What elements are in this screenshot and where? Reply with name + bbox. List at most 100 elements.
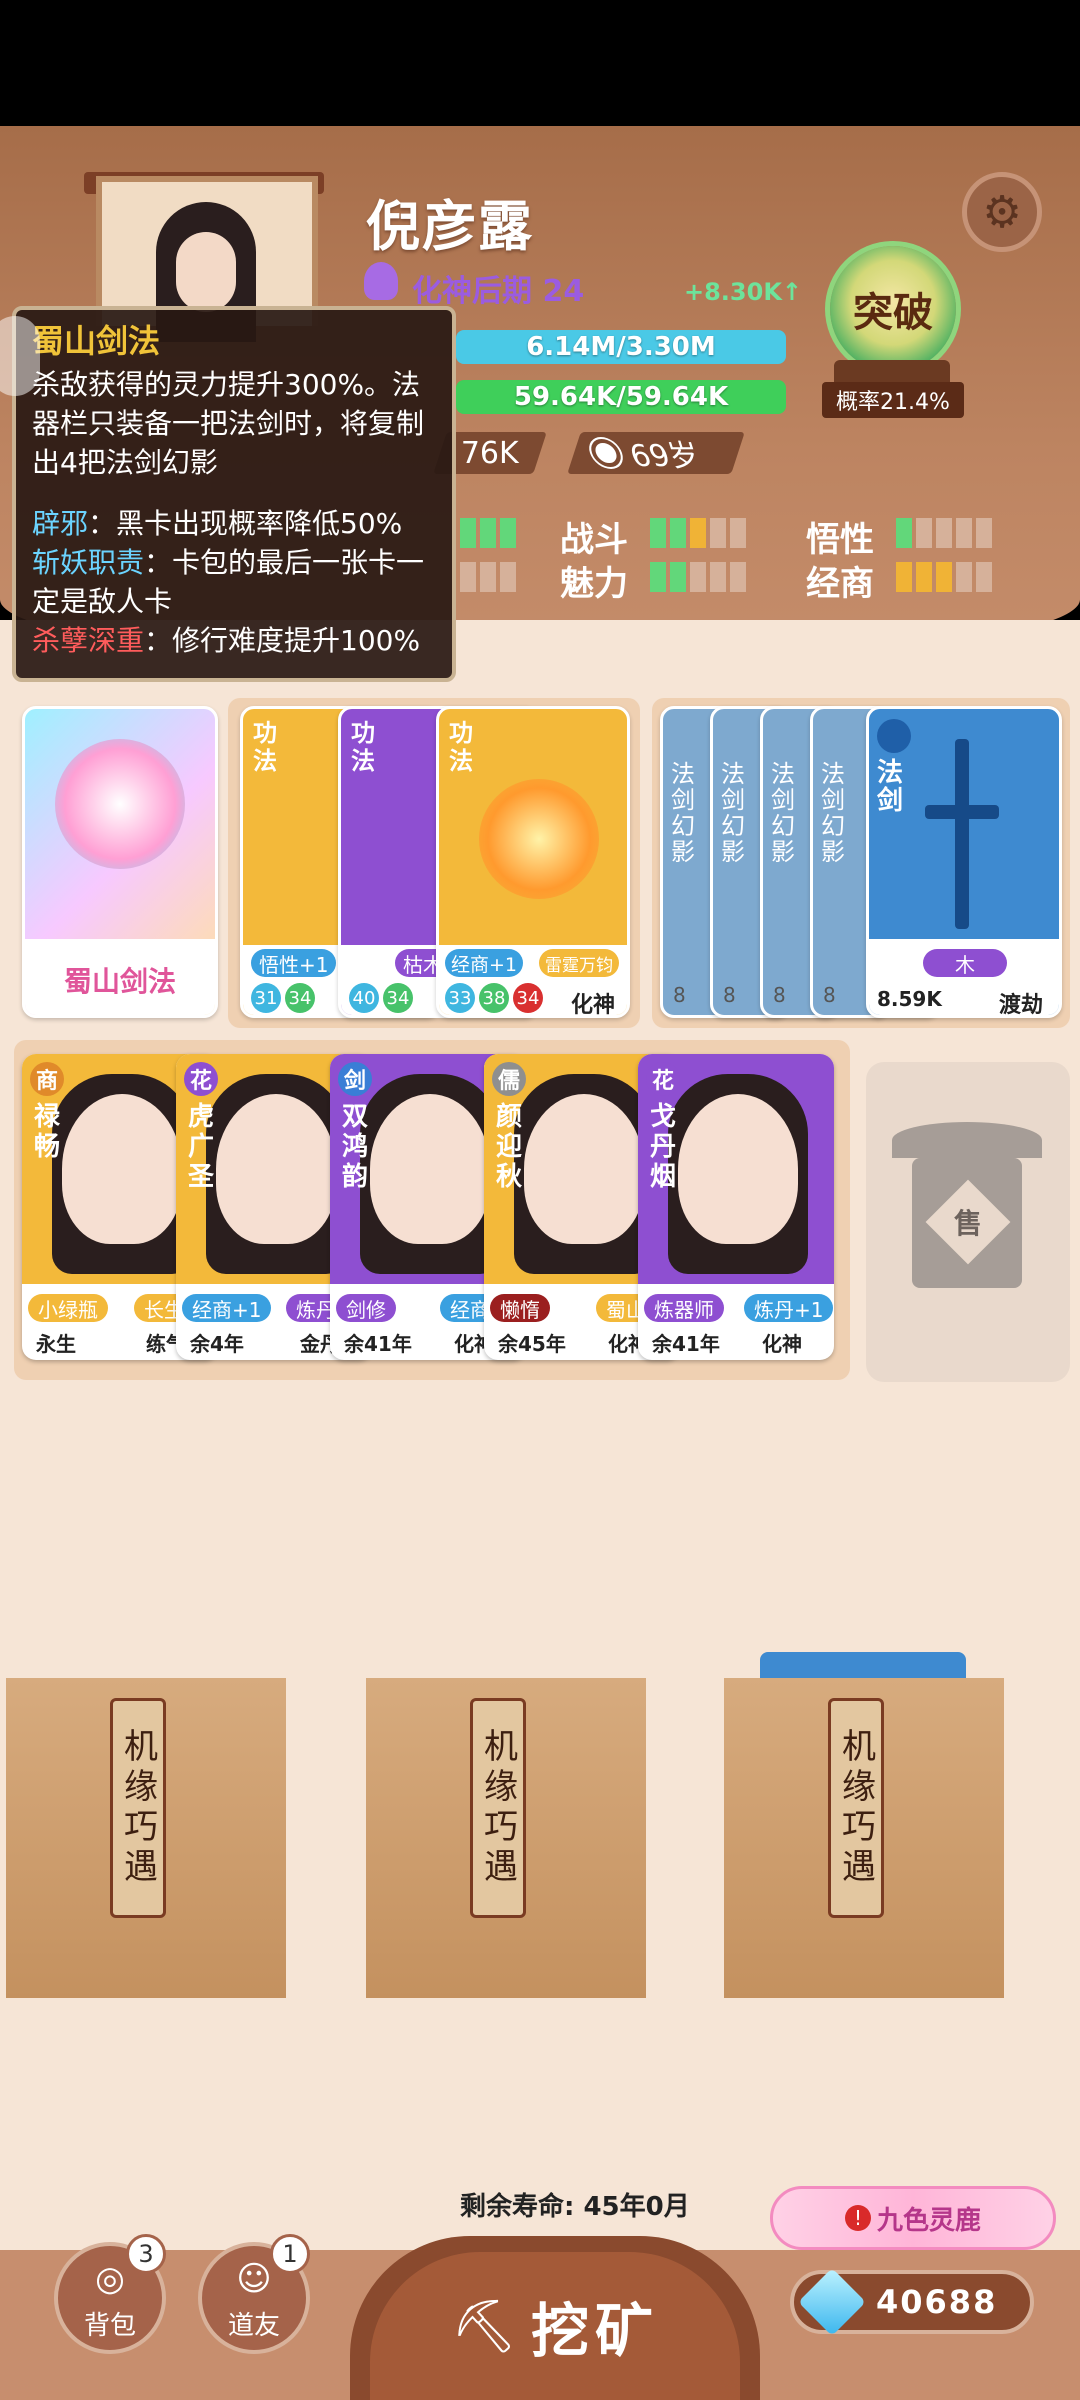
phantom-count: 8 (723, 983, 736, 1007)
sell-slot[interactable]: 售 (866, 1062, 1070, 1382)
sword-icon (877, 719, 911, 753)
phantom-sword-label: 法剑幻影 (821, 760, 845, 866)
companion-badge-1: 商 (30, 1062, 64, 1096)
phantom-sword-label: 法剑幻影 (771, 760, 795, 866)
companion-badge-2: 花 (184, 1062, 218, 1096)
tooltip-effect-text: ：修行难度提升100% (144, 624, 421, 657)
player-name: 倪彦露 (366, 195, 534, 258)
pickaxe-icon: ⛏ (450, 2296, 517, 2357)
event-label: 九色灵鹿 (876, 2205, 981, 2236)
companion-name-1: 禄畅 (34, 1102, 61, 1162)
backpack-button[interactable]: ◎ 背包 3 (54, 2234, 166, 2354)
companion-badge-3: 剑 (338, 1062, 372, 1096)
alert-icon: ! (844, 2205, 871, 2231)
breakthrough-label: 突破 (853, 290, 933, 336)
bag-label: 机缘巧遇 (828, 1698, 884, 1918)
companion-lifespan: 余45年 (498, 1332, 566, 1356)
technique-realm: 化神 (571, 993, 616, 1018)
fortune-bag-3[interactable]: 机缘巧遇 (724, 1678, 1004, 1998)
friends-label: 道友 (227, 2311, 280, 2341)
power-value: 76K (461, 435, 519, 471)
stat-pips-hidden-1 (460, 518, 516, 548)
stat-label-charm: 魅力 (560, 564, 628, 604)
backpack-count-badge: 3 (126, 2234, 166, 2274)
side-pull-tab[interactable] (0, 316, 40, 396)
technique-stat: 38 (479, 983, 509, 1013)
stat-pips-charm (650, 562, 746, 592)
remaining-lifespan: 剩余寿命: 45年0月 (460, 2192, 690, 2222)
stat-pips-business (896, 562, 992, 592)
stat-label-insight: 悟性 (806, 520, 874, 560)
tooltip-effect-name: 杀孽深重 (32, 624, 145, 657)
main-sword-card[interactable]: 法剑 木 8.59K 渡劫 (866, 706, 1062, 1018)
companion-tag: 小绿瓶 (28, 1294, 108, 1322)
realm-label: 化神后期 24 (412, 274, 585, 309)
technique-stat: 31 (251, 983, 281, 1013)
technique-stat: 34 (383, 983, 413, 1013)
breakthrough-button[interactable]: 突破 (830, 246, 956, 372)
companion-badge-4: 儒 (492, 1062, 526, 1096)
sell-label: 售 (953, 1206, 983, 1240)
cultivation-gain: +8.30K↑ (684, 278, 803, 306)
companion-tag: 炼丹+1 (744, 1294, 834, 1322)
tooltip-effect-name: 斩妖职责 (32, 546, 145, 579)
technique-type-1: 功法 (253, 719, 277, 775)
breakthrough-probability: 概率21.4% (822, 382, 964, 418)
mp-bar: 59.64K/59.64K (456, 380, 786, 414)
event-nine-color-deer[interactable]: ! 九色灵鹿 (770, 2186, 1056, 2250)
player-portrait[interactable] (96, 176, 318, 342)
settings-gear-icon[interactable]: ⚙ (962, 172, 1042, 252)
technique-type-2: 功法 (351, 719, 375, 775)
age-pill: 69岁 (567, 432, 745, 474)
companion-name-2: 虎广圣 (188, 1102, 215, 1192)
skill-card-name: 蜀山剑法 (25, 939, 215, 1015)
skill-tooltip: 蜀山剑法 杀敌获得的灵力提升300%。法器栏只装备一把法剑时，将复制出4把法剑幻… (12, 306, 456, 682)
friend-icon: ☺ (236, 2259, 272, 2299)
gem-icon (798, 2268, 866, 2336)
gem-counter[interactable]: 40688 (790, 2268, 1034, 2336)
companion-realm: 化神 (762, 1332, 802, 1356)
bag-label: 机缘巧遇 (110, 1698, 166, 1918)
companion-tag: 懒惰 (490, 1294, 550, 1322)
technique-tag-1: 悟性+1 (251, 949, 337, 977)
technique-tag-3: 经商+1 (445, 949, 524, 977)
tooltip-description: 杀敌获得的灵力提升300%。法器栏只装备一把法剑时，将复制出4把法剑幻影 (32, 368, 425, 479)
backpack-icon: ◎ (95, 2259, 125, 2299)
companion-name-5: 戈丹烟 (650, 1102, 677, 1192)
technique-stat: 40 (349, 983, 379, 1013)
sword-element-tag: 木 (923, 949, 1007, 977)
companion-tag: 剑修 (336, 1294, 396, 1322)
friends-button[interactable]: ☺ 道友 1 (198, 2234, 310, 2354)
technique-card-3[interactable]: 功法 经商+1 雷霆万钧 33 38 34 化神 (436, 706, 630, 1018)
stat-label-combat: 战斗 (560, 520, 628, 560)
companion-card-5[interactable]: 花 戈丹烟 炼器师 炼丹+1 余41年 化神 (638, 1054, 834, 1360)
backpack-label: 背包 (83, 2311, 136, 2341)
phantom-count: 8 (773, 983, 786, 1007)
tooltip-title: 蜀山剑法 (32, 322, 161, 360)
fortune-bag-2[interactable]: 机缘巧遇 (366, 1678, 646, 1998)
technique-stat: 34 (285, 983, 315, 1013)
meditation-icon (364, 262, 398, 300)
companion-name-4: 颜迎秋 (496, 1102, 523, 1192)
sword-power: 8.59K (877, 987, 942, 1011)
stat-label-business: 经商 (806, 564, 874, 604)
companion-lifespan: 余4年 (190, 1332, 244, 1356)
age-value: 69岁 (625, 439, 706, 474)
mine-button[interactable]: ⛏ 挖矿 (350, 2236, 760, 2400)
fortune-bag-1[interactable]: 机缘巧遇 (6, 1678, 286, 1998)
companion-name-3: 双鸿韵 (342, 1102, 369, 1192)
phantom-sword-label: 法剑幻影 (671, 760, 695, 866)
skill-card[interactable]: 蜀山剑法 (22, 706, 218, 1018)
pavilion-roof-icon (892, 1122, 1042, 1158)
sword-art-emblem (55, 739, 185, 869)
mine-label: 挖矿 (531, 2297, 660, 2365)
companion-badge-5: 花 (646, 1062, 680, 1096)
companion-lifespan: 余41年 (652, 1332, 720, 1356)
bag-label: 机缘巧遇 (470, 1698, 526, 1918)
technique-stat: 33 (445, 983, 475, 1013)
technique-type-3: 功法 (449, 719, 473, 775)
tooltip-effect-name: 辟邪 (32, 507, 89, 540)
sword-blade-icon (955, 739, 969, 929)
main-sword-label: 法剑 (877, 758, 904, 816)
sword-stage: 渡劫 (999, 993, 1044, 1018)
